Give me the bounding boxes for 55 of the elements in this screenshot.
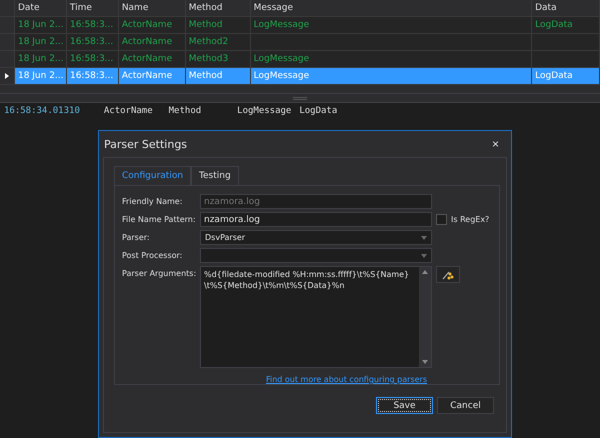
dropdown[interactable]: DsvParser: [200, 230, 432, 245]
table-cell: Method: [186, 17, 251, 33]
table-cell: Method3: [186, 51, 251, 67]
table-cell: LogMessage: [250, 51, 532, 67]
field-label: Parser:: [122, 232, 151, 244]
table-cell: 18 Jun 2...: [14, 17, 67, 33]
splitter-grip-icon[interactable]: [293, 96, 307, 100]
log-row[interactable]: 18 Jun 2... 16:58:3... ActorName Method3 LogMessage: [0, 51, 600, 68]
table-cell: 16:58:3...: [66, 17, 119, 33]
tree-button[interactable]: [436, 266, 460, 283]
column-header[interactable]: Date: [14, 0, 67, 16]
log-row[interactable]: 18 Jun 2... 16:58:3... ActorName Method LogMessage LogData: [0, 17, 600, 34]
text-field[interactable]: nzamora.log: [200, 194, 432, 209]
field-label: Friendly Name:: [122, 196, 184, 208]
table-cell: ActorName: [118, 17, 186, 33]
dropdown-arrow-icon: [421, 254, 427, 258]
detail-text: Method: [168, 106, 202, 116]
table-cell: 16:58:3...: [66, 51, 119, 67]
table-cell: 18 Jun 2...: [14, 34, 67, 50]
column-header[interactable]: Name: [118, 0, 186, 16]
close-button[interactable]: ×: [492, 137, 499, 151]
table-cell: 18 Jun 2...: [14, 51, 67, 67]
dialog-button[interactable]: Cancel: [437, 397, 494, 414]
dialog-button[interactable]: Save: [376, 397, 433, 414]
detail-text: 16:58:34.01310: [4, 106, 80, 116]
dropdown-arrow-icon: [421, 236, 427, 240]
field-label: Parser Arguments:: [122, 268, 196, 280]
regex-checkbox[interactable]: Is RegEx?: [436, 212, 490, 227]
detail-text: LogData: [299, 106, 338, 116]
column-header[interactable]: Message: [250, 0, 532, 16]
tab[interactable]: Testing: [191, 166, 239, 186]
table-cell: Method2: [186, 34, 251, 50]
log-row[interactable]: 18 Jun 2... 16:58:3... ActorName Method2: [0, 34, 600, 51]
column-header[interactable]: Method: [186, 0, 251, 16]
detail-text: LogMessage: [237, 106, 292, 116]
table-cell: LogMessage: [250, 17, 532, 33]
dialog-title: Parser Settings: [104, 138, 188, 150]
table-cell: LogData: [532, 17, 600, 33]
table-cell: ActorName: [118, 51, 186, 67]
text-field[interactable]: nzamora.log: [200, 212, 432, 227]
field-label: File Name Pattern:: [122, 214, 196, 226]
detail-text: ActorName: [104, 106, 153, 116]
field-label: Post Processor:: [122, 250, 184, 262]
text-area[interactable]: %d{filedate-modified %H:mm:ss.fffff}\t%S{Name}\t%S{Method}\t%m\t%S{Data}%n: [200, 266, 432, 368]
help-link[interactable]: Find out more about configuring parsers: [266, 375, 427, 384]
table-cell: LogMessage: [250, 68, 532, 84]
column-header[interactable]: Time: [66, 0, 119, 16]
tab[interactable]: Configuration: [114, 166, 192, 186]
column-header[interactable]: Data: [532, 0, 600, 16]
table-cell: ActorName: [118, 34, 186, 50]
scroll-up-icon[interactable]: [422, 270, 428, 274]
branch-icon: [442, 270, 454, 280]
scroll-down-icon[interactable]: [422, 360, 428, 364]
row-pointer-icon: [4, 73, 9, 79]
table-cell: 16:58:3...: [66, 34, 119, 50]
